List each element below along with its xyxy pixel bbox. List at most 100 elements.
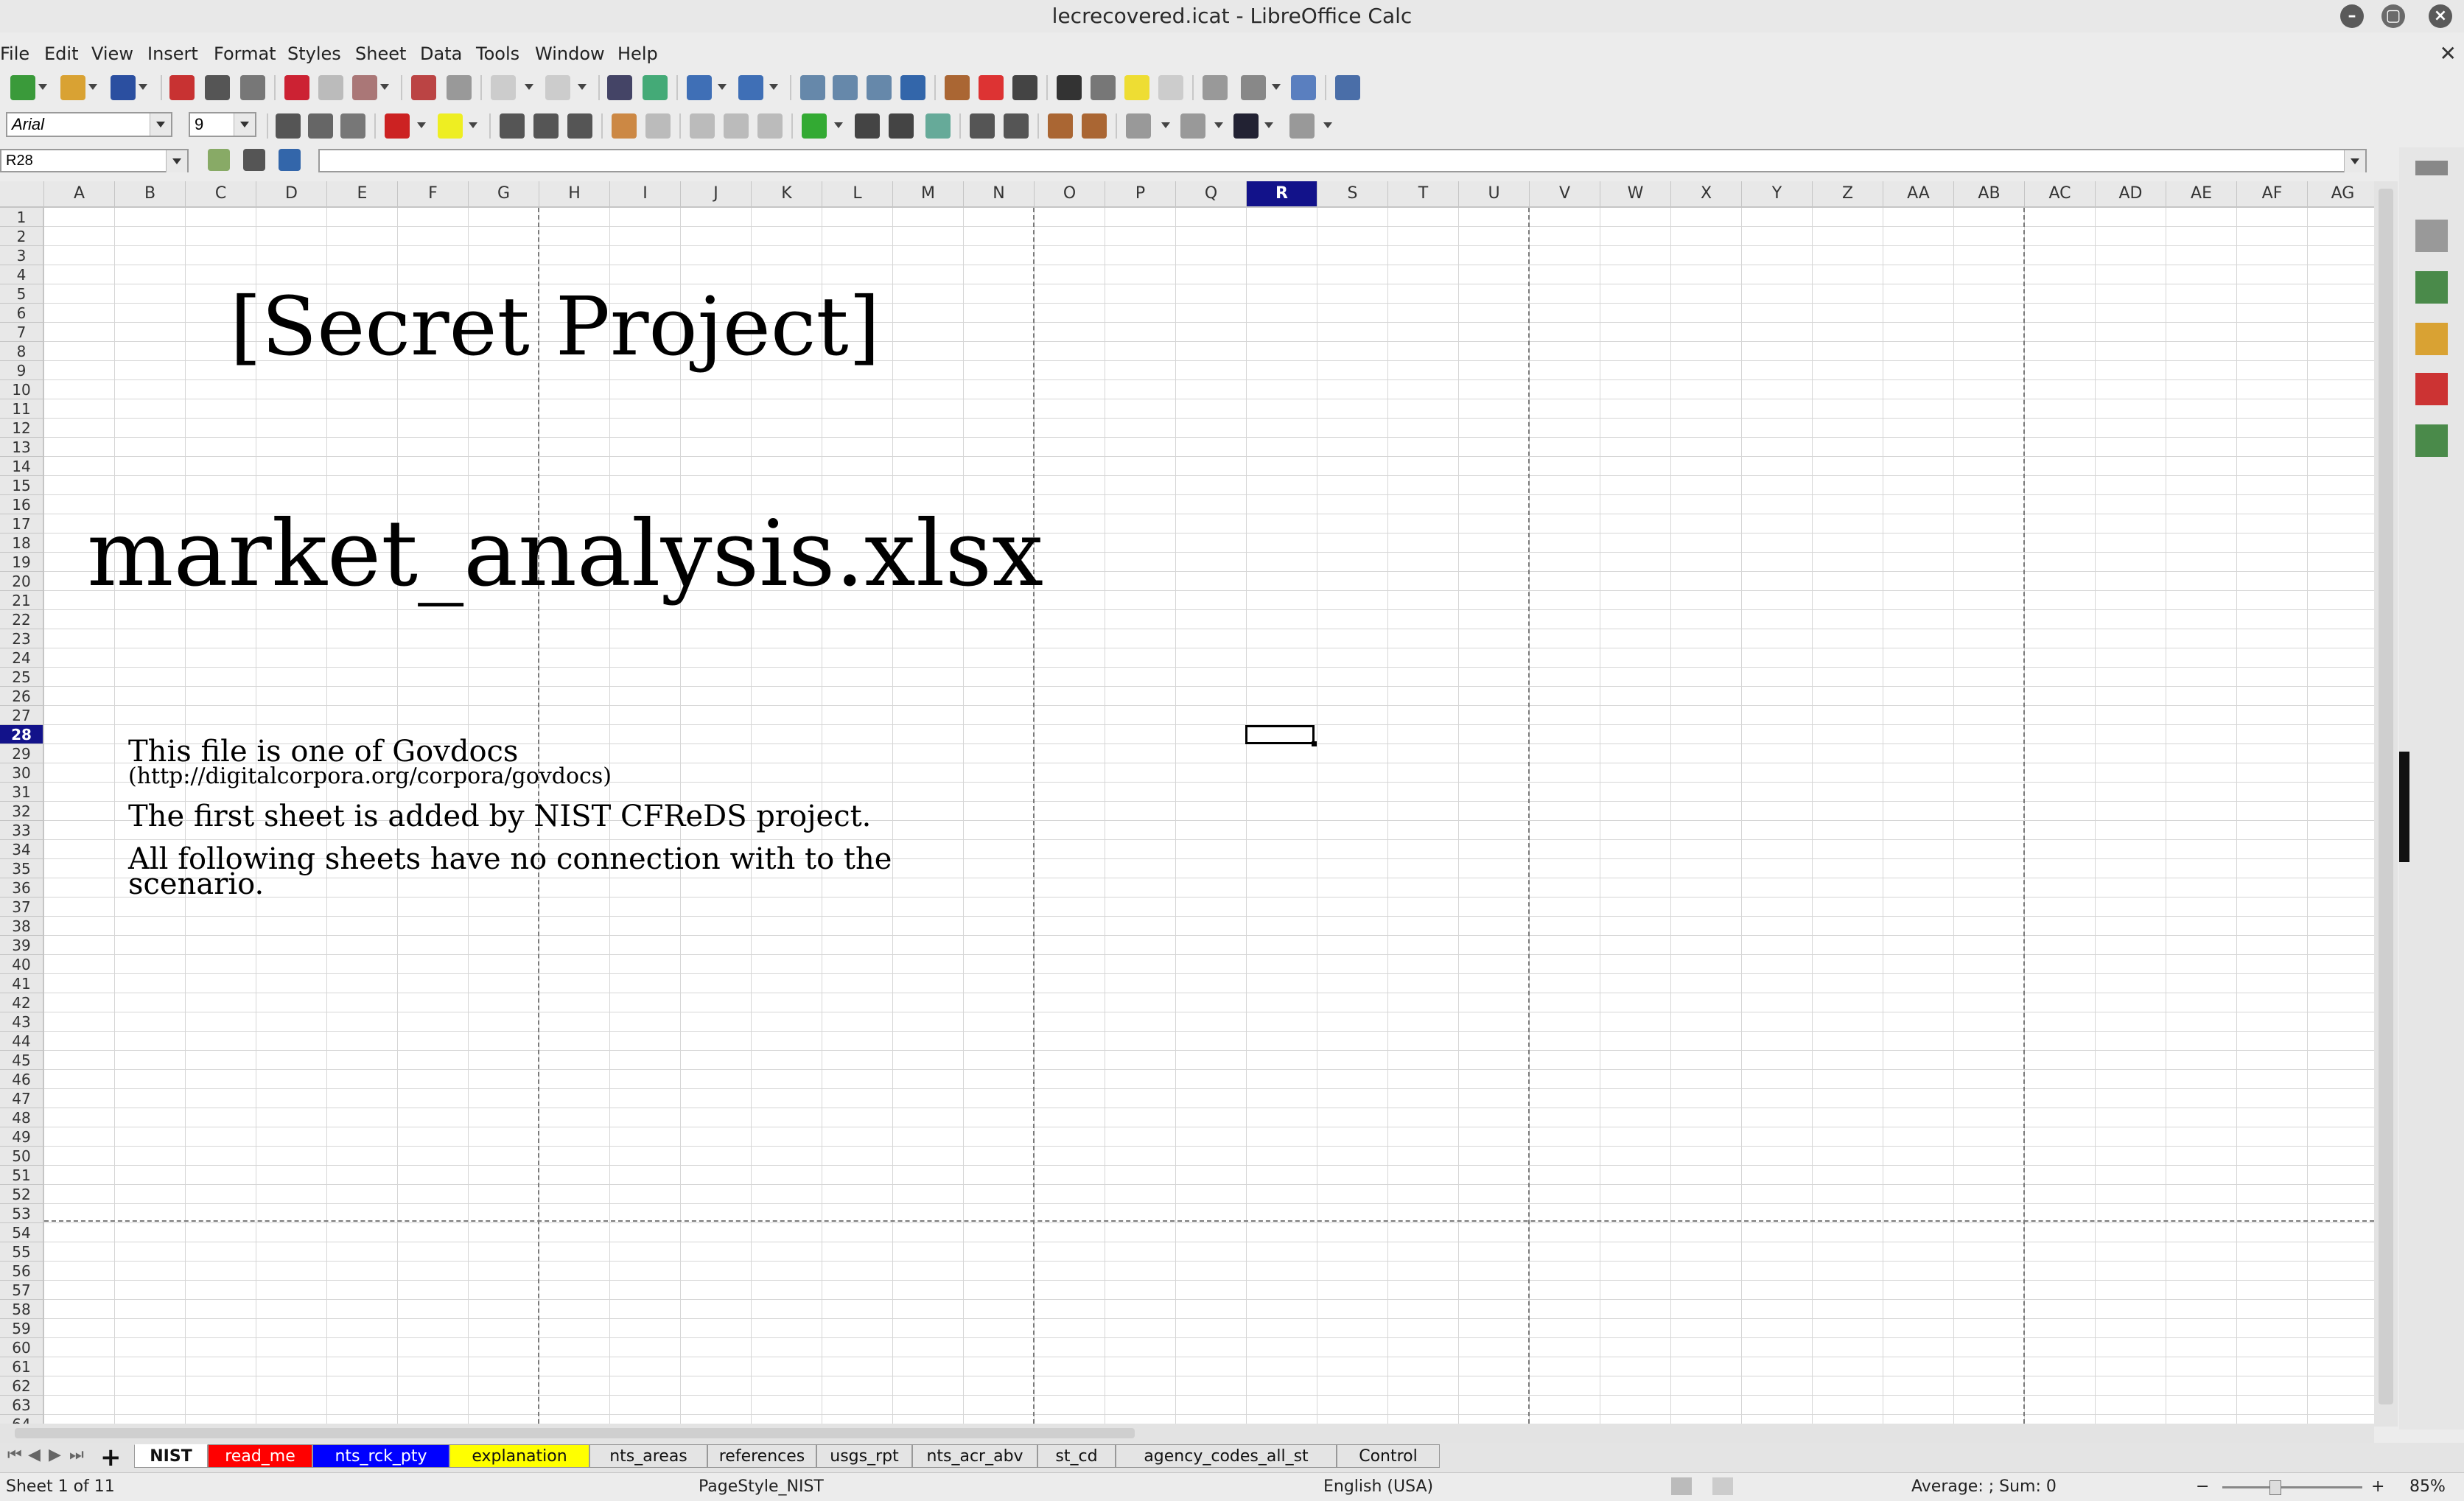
paste-icon[interactable] bbox=[352, 75, 377, 100]
column-header-x[interactable]: X bbox=[1671, 181, 1742, 206]
column-header-ab[interactable]: AB bbox=[1954, 181, 2025, 206]
cell-area[interactable]: [Secret Project] market_analysis.xlsx Th… bbox=[44, 208, 2374, 1427]
column-header-z[interactable]: Z bbox=[1813, 181, 1883, 206]
add-sheet-icon[interactable]: + bbox=[100, 1443, 122, 1472]
split-window-icon[interactable] bbox=[1291, 75, 1316, 100]
row-header-17[interactable]: 17 bbox=[0, 514, 43, 533]
zoom-out-icon[interactable]: − bbox=[2196, 1473, 2209, 1501]
sheet-tab-read-me[interactable]: read_me bbox=[208, 1444, 312, 1468]
autofilter-icon[interactable] bbox=[900, 75, 925, 100]
navigator-icon[interactable] bbox=[2415, 373, 2448, 405]
row-header-5[interactable]: 5 bbox=[0, 284, 43, 304]
formula-input[interactable] bbox=[318, 149, 2367, 172]
row-header-37[interactable]: 37 bbox=[0, 898, 43, 917]
align-center-icon[interactable] bbox=[533, 113, 559, 139]
column-header-p[interactable]: P bbox=[1105, 181, 1176, 206]
add-decimal-icon[interactable] bbox=[970, 113, 995, 139]
insert-chart-icon[interactable] bbox=[979, 75, 1004, 100]
show-draw-functions-icon[interactable] bbox=[1335, 75, 1360, 100]
sheet-tab-control[interactable]: Control bbox=[1337, 1444, 1440, 1468]
row-header-45[interactable]: 45 bbox=[0, 1051, 43, 1070]
column-header-w[interactable]: W bbox=[1600, 181, 1671, 206]
row-icon[interactable] bbox=[687, 75, 712, 100]
merge-cells-icon[interactable] bbox=[645, 113, 671, 139]
row-header-2[interactable]: 2 bbox=[0, 227, 43, 246]
previous-sheet-icon[interactable]: ◀ bbox=[28, 1446, 41, 1464]
row-header-58[interactable]: 58 bbox=[0, 1300, 43, 1319]
row-header-19[interactable]: 19 bbox=[0, 553, 43, 572]
row-header-46[interactable]: 46 bbox=[0, 1070, 43, 1089]
row-header-13[interactable]: 13 bbox=[0, 438, 43, 457]
active-cell-cursor[interactable] bbox=[1245, 725, 1317, 746]
copy-icon[interactable] bbox=[318, 75, 343, 100]
font-size-box[interactable]: 9 bbox=[189, 112, 256, 137]
special-character-icon[interactable] bbox=[1057, 75, 1082, 100]
column-header-h[interactable]: H bbox=[539, 181, 610, 206]
column-header-n[interactable]: N bbox=[964, 181, 1035, 206]
column-header-e[interactable]: E bbox=[327, 181, 398, 206]
export-pdf-icon[interactable] bbox=[169, 75, 195, 100]
column-header-l[interactable]: L bbox=[822, 181, 893, 206]
column-header-j[interactable]: J bbox=[681, 181, 752, 206]
zoom-slider-handle[interactable] bbox=[2269, 1480, 2281, 1495]
row-header-15[interactable]: 15 bbox=[0, 476, 43, 495]
menu-sheet[interactable]: Sheet bbox=[355, 38, 406, 69]
name-box[interactable]: R28 bbox=[0, 149, 189, 172]
selection-mode-icon[interactable] bbox=[1671, 1477, 1692, 1495]
row-header-9[interactable]: 9 bbox=[0, 361, 43, 380]
menu-help[interactable]: Help bbox=[617, 38, 658, 69]
column-header-d[interactable]: D bbox=[256, 181, 327, 206]
row-header-61[interactable]: 61 bbox=[0, 1357, 43, 1376]
properties-icon[interactable] bbox=[2415, 220, 2448, 252]
sheet-tab-nist[interactable]: NIST bbox=[134, 1444, 208, 1468]
menu-file[interactable]: File bbox=[0, 38, 29, 69]
new-icon[interactable] bbox=[10, 75, 35, 100]
row-header-31[interactable]: 31 bbox=[0, 783, 43, 802]
decrease-indent-icon[interactable] bbox=[1082, 113, 1107, 139]
function-wizard-icon[interactable] bbox=[208, 149, 230, 171]
clone-formatting-icon[interactable] bbox=[411, 75, 436, 100]
column-header-y[interactable]: Y bbox=[1742, 181, 1813, 206]
column-header-q[interactable]: Q bbox=[1176, 181, 1247, 206]
currency-icon[interactable] bbox=[802, 113, 827, 139]
conditional-format-icon[interactable] bbox=[1289, 113, 1315, 139]
menu-edit[interactable]: Edit bbox=[44, 38, 78, 69]
print-icon[interactable] bbox=[205, 75, 230, 100]
row-header-50[interactable]: 50 bbox=[0, 1147, 43, 1166]
column-icon[interactable] bbox=[738, 75, 763, 100]
row-header-23[interactable]: 23 bbox=[0, 629, 43, 648]
column-header-c[interactable]: C bbox=[186, 181, 256, 206]
increase-indent-icon[interactable] bbox=[1048, 113, 1073, 139]
row-header-1[interactable]: 1 bbox=[0, 208, 43, 227]
sheet-tab-agency-codes-all-st[interactable]: agency_codes_all_st bbox=[1116, 1444, 1337, 1468]
row-header-20[interactable]: 20 bbox=[0, 572, 43, 591]
spelling-icon[interactable] bbox=[643, 75, 668, 100]
row-header-32[interactable]: 32 bbox=[0, 802, 43, 821]
row-header-25[interactable]: 25 bbox=[0, 668, 43, 687]
date-format-icon[interactable] bbox=[925, 113, 951, 139]
row-header-41[interactable]: 41 bbox=[0, 974, 43, 993]
column-header-ae[interactable]: AE bbox=[2166, 181, 2237, 206]
next-sheet-icon[interactable]: ▶ bbox=[49, 1446, 61, 1464]
row-header-53[interactable]: 53 bbox=[0, 1204, 43, 1223]
row-header-4[interactable]: 4 bbox=[0, 265, 43, 284]
sidebar-menu-icon[interactable] bbox=[2415, 161, 2448, 175]
row-header-49[interactable]: 49 bbox=[0, 1127, 43, 1147]
bold-icon[interactable] bbox=[276, 113, 301, 139]
menu-tools[interactable]: Tools bbox=[476, 38, 519, 69]
row-header-55[interactable]: 55 bbox=[0, 1242, 43, 1262]
sort-icon[interactable] bbox=[800, 75, 825, 100]
column-header-ac[interactable]: AC bbox=[2025, 181, 2096, 206]
column-header-o[interactable]: O bbox=[1035, 181, 1105, 206]
minimize-button[interactable]: – bbox=[2340, 4, 2364, 28]
menu-window[interactable]: Window bbox=[535, 38, 605, 69]
align-right-icon[interactable] bbox=[567, 113, 592, 139]
row-header-16[interactable]: 16 bbox=[0, 495, 43, 514]
row-header-22[interactable]: 22 bbox=[0, 610, 43, 629]
horizontal-scroll-thumb[interactable] bbox=[15, 1428, 1135, 1438]
row-header-39[interactable]: 39 bbox=[0, 936, 43, 955]
functions-icon[interactable] bbox=[2415, 424, 2448, 457]
column-header-k[interactable]: K bbox=[752, 181, 822, 206]
column-header-v[interactable]: V bbox=[1530, 181, 1600, 206]
border-color-icon[interactable] bbox=[1233, 113, 1259, 139]
